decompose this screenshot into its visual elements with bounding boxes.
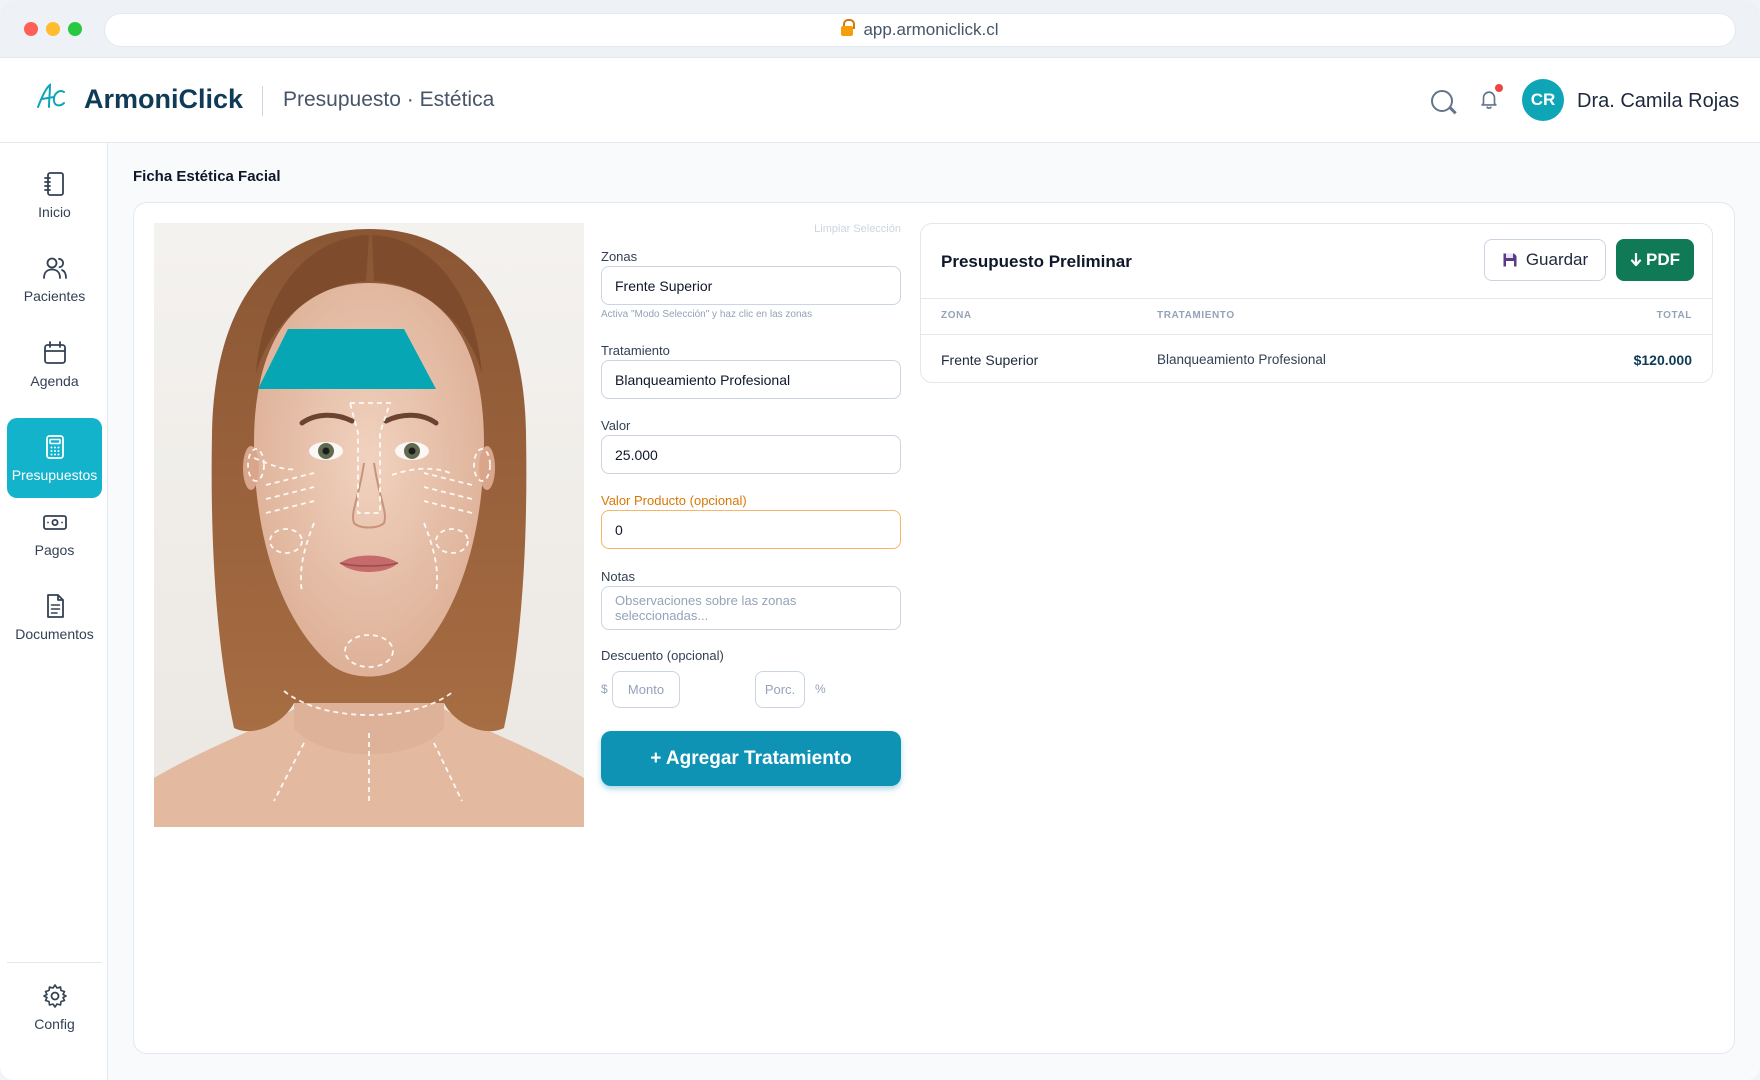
clear-selection-link[interactable]: Limpiar Selección [814, 223, 901, 235]
row-total: $120.000 [1633, 352, 1692, 368]
table-divider [921, 334, 1712, 335]
save-label: Guardar [1525, 250, 1589, 269]
valor-producto-label: Valor Producto (opcional) [601, 493, 747, 508]
sidebar-item-pacientes[interactable]: Pacientes [7, 239, 102, 319]
column-header-tratamiento: TRATAMIENTO [1157, 310, 1235, 321]
discount-amount-input[interactable]: Monto [612, 671, 680, 708]
calendar-icon [43, 341, 66, 364]
sidebar: Inicio Pacientes Agenda Presupuestos Pag… [0, 143, 108, 1080]
main-content: Ficha Estética Facial Limpiar Selección … [108, 143, 1760, 1080]
browser-window: app.armoniclick.cl ArmoniClick Presupues… [0, 0, 1760, 1080]
sidebar-item-documentos[interactable]: Documentos [7, 577, 102, 657]
url-text: app.armoniclick.cl [863, 20, 999, 39]
page-subtitle: Presupuesto · Estética [283, 88, 495, 111]
sidebar-item-agenda[interactable]: Agenda [7, 324, 102, 404]
download-arrow-icon [1630, 252, 1642, 266]
add-treatment-button[interactable]: + Agregar Tratamiento [601, 731, 901, 786]
browser-chrome: app.armoniclick.cl [0, 0, 1760, 58]
currency-symbol: $ [601, 682, 608, 696]
avatar[interactable]: CR [1522, 79, 1564, 121]
sidebar-item-label: Agenda [30, 373, 79, 389]
document-icon [46, 594, 64, 618]
sidebar-item-label: Pagos [34, 542, 75, 558]
sidebar-item-label: Presupuestos [11, 467, 98, 483]
lock-icon [841, 19, 856, 36]
banknote-icon [42, 515, 67, 530]
gear-icon [42, 984, 67, 1008]
sidebar-item-pagos[interactable]: Pagos [7, 493, 102, 573]
column-header-total: TOTAL [1656, 310, 1692, 321]
row-zona: Frente Superior [941, 352, 1039, 368]
close-window-button[interactable] [24, 22, 38, 36]
facial-chart-card: Limpiar Selección Zonas Frente Superior … [133, 202, 1735, 1054]
sidebar-item-inicio[interactable]: Inicio [7, 155, 102, 235]
column-header-zona: ZONA [941, 310, 972, 321]
budget-panel: Presupuesto Preliminar Guardar PDF ZONA … [920, 223, 1713, 383]
sidebar-divider [7, 962, 102, 963]
section-title: Ficha Estética Facial [133, 168, 281, 185]
zonas-field[interactable]: Frente Superior [601, 266, 901, 305]
header-divider [262, 86, 263, 116]
zonas-label: Zonas [601, 249, 638, 264]
floppy-disk-icon [1503, 253, 1517, 267]
notification-badge [1495, 84, 1503, 92]
user-name[interactable]: Dra. Camila Rojas [1577, 90, 1739, 113]
calculator-icon [45, 435, 64, 459]
maximize-window-button[interactable] [68, 22, 82, 36]
avatar-initials: CR [1530, 90, 1556, 109]
sidebar-item-label: Documentos [15, 626, 94, 642]
face-zone-map[interactable] [154, 223, 584, 827]
logo-monogram-icon [37, 83, 65, 108]
tratamiento-label: Tratamiento [601, 343, 670, 358]
users-icon [42, 257, 67, 279]
row-tratamiento: Blanqueamiento Profesional [1157, 352, 1326, 367]
percent-symbol: % [815, 682, 826, 696]
minimize-window-button[interactable] [46, 22, 60, 36]
table-divider [921, 298, 1712, 299]
logo-icon [34, 80, 68, 121]
save-button[interactable]: Guardar [1484, 239, 1606, 281]
valor-input[interactable]: 25.000 [601, 435, 901, 474]
search-icon[interactable] [1431, 90, 1453, 112]
sidebar-item-presupuestos[interactable]: Presupuestos [7, 418, 102, 498]
sidebar-item-label: Pacientes [23, 288, 86, 304]
sidebar-item-config[interactable]: Config [7, 967, 102, 1047]
app-header: ArmoniClick Presupuesto · Estética CR Dr… [0, 58, 1760, 143]
pdf-button[interactable]: PDF [1616, 239, 1694, 281]
valor-label: Valor [601, 418, 631, 433]
notas-label: Notas [601, 569, 635, 584]
discount-percent-input[interactable]: Porc. [755, 671, 805, 708]
pdf-label: PDF [1646, 250, 1680, 269]
tratamiento-field[interactable]: Blanqueamiento Profesional [601, 360, 901, 399]
sidebar-item-label: Config [34, 1016, 75, 1032]
address-bar[interactable]: app.armoniclick.cl [104, 13, 1736, 47]
sidebar-item-label: Inicio [38, 204, 71, 220]
valor-producto-input[interactable]: 0 [601, 510, 901, 549]
descuento-label: Descuento (opcional) [601, 648, 724, 663]
brand-name[interactable]: ArmoniClick [84, 84, 243, 115]
notebook-icon [43, 172, 64, 196]
notas-textarea[interactable]: Observaciones sobre las zonas selecciona… [601, 586, 901, 630]
zonas-hint: Activa "Modo Selección" y haz clic en la… [601, 309, 813, 320]
budget-title: Presupuesto Preliminar [941, 252, 1132, 271]
